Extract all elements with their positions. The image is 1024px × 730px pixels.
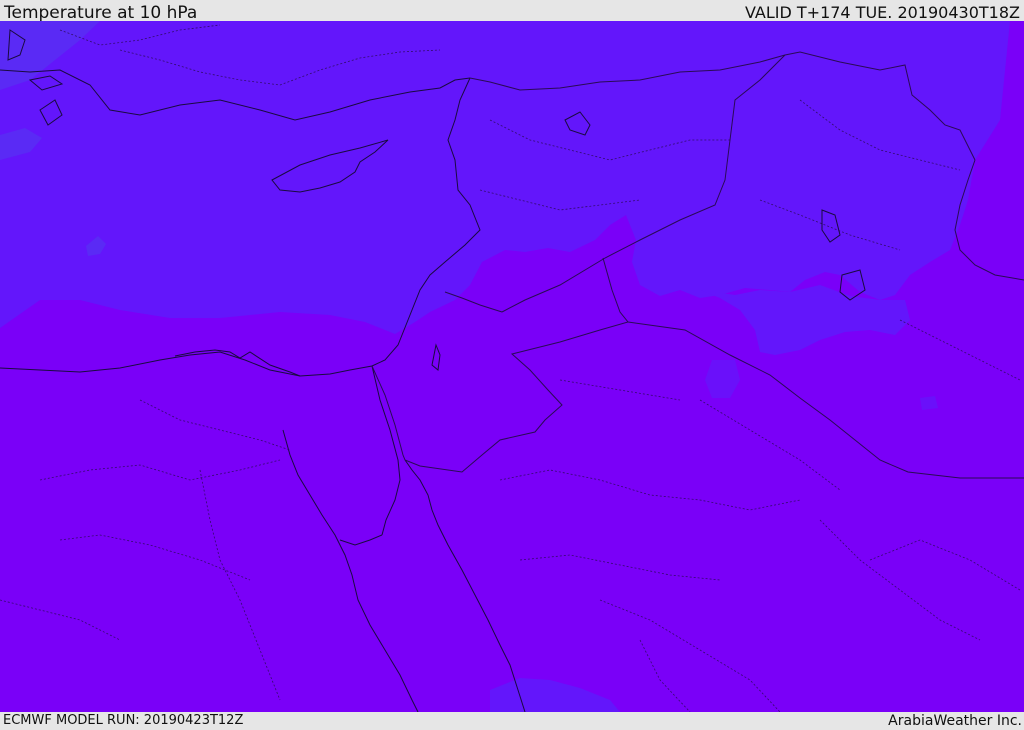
valid-time: VALID T+174 TUE. 20190430T18Z	[744, 3, 1020, 22]
map-title: Temperature at 10 hPa	[4, 3, 198, 23]
weather-map[interactable]	[0, 21, 1024, 712]
header-bar: Temperature at 10 hPa VALID T+174 TUE. 2…	[0, 0, 1024, 23]
cool-blob-east-small	[920, 396, 938, 410]
brand-label: ArabiaWeather Inc.	[888, 713, 1022, 729]
footer-bar: ECMWF MODEL RUN: 20190423T12Z ArabiaWeat…	[0, 712, 1024, 729]
model-run-label: ECMWF MODEL RUN: 20190423T12Z	[3, 713, 244, 728]
